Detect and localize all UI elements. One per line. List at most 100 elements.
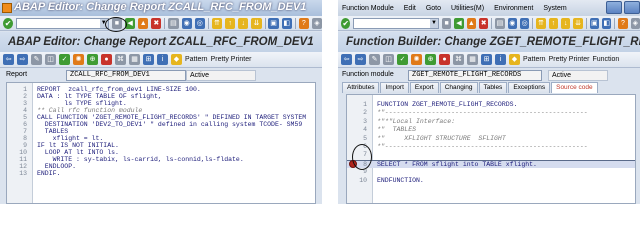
tab-export[interactable]: Export: [409, 82, 439, 93]
tab-source-code[interactable]: Source code: [551, 82, 598, 93]
first-page-icon[interactable]: ⇈: [211, 17, 222, 29]
chevron-down-icon[interactable]: ▼: [429, 18, 438, 28]
find-next-icon[interactable]: ◎: [194, 17, 205, 29]
menu-system[interactable]: System: [543, 5, 566, 12]
save-icon[interactable]: ■: [441, 17, 452, 29]
new-session-icon[interactable]: ▣: [589, 17, 599, 29]
last-page-icon[interactable]: ⇊: [573, 17, 583, 29]
forward-arrow-icon[interactable]: ⇨: [17, 54, 28, 65]
previous-page-icon[interactable]: ↑: [224, 17, 236, 29]
print-icon[interactable]: ▤: [168, 17, 179, 29]
report-name-field[interactable]: ZCALL_RFC_FROM_DEV1: [66, 70, 186, 81]
tab-import[interactable]: Import: [380, 82, 409, 93]
tab-tables[interactable]: Tables: [478, 82, 508, 93]
layout-icon[interactable]: ◈: [630, 17, 640, 29]
menu-goto[interactable]: Goto: [426, 5, 441, 12]
back-arrow-icon[interactable]: ⇦: [3, 54, 14, 65]
first-page-icon[interactable]: ⇈: [536, 17, 546, 29]
breakpoint-icon[interactable]: ●: [439, 54, 450, 65]
pattern-icon[interactable]: ◆: [509, 54, 520, 65]
display-change-icon[interactable]: ✎: [369, 54, 380, 65]
check-icon[interactable]: ✔: [341, 17, 351, 29]
pretty-printer-button[interactable]: Pretty Printer: [211, 56, 252, 63]
cancel-icon[interactable]: ✖: [479, 17, 489, 29]
cancel-icon[interactable]: ✖: [151, 17, 162, 29]
last-page-icon[interactable]: ⇊: [251, 17, 262, 29]
code-editor[interactable]: 1 FUNCTION ZGET_REMOTE_FLIGHT_RECORDS. 2 *"…: [346, 94, 636, 204]
where-used-icon[interactable]: ⌘: [115, 54, 126, 65]
code-line[interactable]: 3 *"*"Local Interface:: [347, 118, 635, 126]
object-list-icon[interactable]: ▦: [467, 54, 478, 65]
shortcut-icon[interactable]: ◧: [281, 17, 292, 29]
code-line[interactable]: 4 *" TABLES: [347, 126, 635, 134]
info-icon[interactable]: i: [157, 54, 168, 65]
exit-icon[interactable]: ▲: [466, 17, 477, 29]
menu-utilities[interactable]: Utilities(M): [451, 5, 484, 12]
code-line[interactable]: 13 ENDIF.: [7, 170, 315, 178]
back-icon[interactable]: ◀: [454, 17, 464, 29]
tab-attributes[interactable]: Attributes: [342, 82, 380, 93]
find-next-icon[interactable]: ◎: [520, 17, 530, 29]
menu-environment[interactable]: Environment: [494, 5, 533, 12]
code-line[interactable]: 1 FUNCTION ZGET_REMOTE_FLIGHT_RECORDS.: [347, 101, 635, 109]
abap-editor-window: ABAP Editor: Change Report ZCALL_RFC_FRO…: [0, 0, 322, 204]
find-icon[interactable]: ◉: [181, 17, 192, 29]
shortcut-icon[interactable]: ◧: [602, 17, 612, 29]
next-page-icon[interactable]: ↓: [238, 17, 249, 29]
back-arrow-icon[interactable]: ⇦: [341, 54, 352, 65]
window-titlebar: ABAP Editor: Change Report ZCALL_RFC_FRO…: [0, 0, 322, 16]
other-object-icon[interactable]: ◫: [383, 54, 394, 65]
tab-exceptions[interactable]: Exceptions: [508, 82, 551, 93]
info-icon[interactable]: i: [495, 54, 506, 65]
code-editor[interactable]: 1 REPORT zcall_rfc_from_dev1 LINE-SIZE 10…: [6, 82, 316, 204]
help-icon[interactable]: ?: [298, 17, 309, 29]
menu-function-module[interactable]: Function Module: [342, 5, 394, 12]
code-line[interactable]: 5 *" XFLIGHT STRUCTURE SFLIGHT: [347, 135, 635, 143]
maximize-icon[interactable]: [624, 1, 640, 14]
minimize-icon[interactable]: [606, 1, 622, 14]
line-number: 1: [363, 101, 367, 108]
find-icon[interactable]: ◉: [507, 17, 518, 29]
check-syntax-icon[interactable]: ✓: [397, 54, 408, 65]
navigation-icon[interactable]: ⊞: [143, 54, 154, 65]
test-icon[interactable]: ⊕: [425, 54, 436, 65]
function-button[interactable]: Function: [592, 56, 619, 63]
code-line[interactable]: 8 SELECT * FROM sflight into TABLE xfligh…: [347, 159, 635, 168]
previous-page-icon[interactable]: ↑: [548, 17, 559, 29]
object-list-icon[interactable]: ▦: [129, 54, 140, 65]
next-page-icon[interactable]: ↓: [561, 17, 571, 29]
code-line[interactable]: 9: [347, 168, 635, 176]
pattern-button[interactable]: Pattern: [185, 56, 208, 63]
new-session-icon[interactable]: ▣: [268, 17, 279, 29]
code-line[interactable]: 10 ENDFUNCTION.: [347, 177, 635, 185]
tab-changing[interactable]: Changing: [439, 82, 478, 93]
display-change-icon[interactable]: ✎: [31, 54, 42, 65]
where-used-icon[interactable]: ⌘: [453, 54, 464, 65]
command-field[interactable]: ▼: [16, 17, 109, 29]
activate-icon[interactable]: ✺: [73, 54, 84, 65]
navigation-icon[interactable]: ⊞: [481, 54, 492, 65]
function-builder-window: Function Module Edit Goto Utilities(M) E…: [338, 0, 640, 204]
system-toolbar: ✔ ▼ ■ ◀ ▲ ✖ ▤ ◉ ◎ ⇈ ↑ ↓ ⇊ ▣ ◧ ? ◈: [0, 16, 322, 31]
menu-edit[interactable]: Edit: [404, 5, 416, 12]
help-icon[interactable]: ?: [618, 17, 628, 29]
command-field[interactable]: ▼: [353, 17, 439, 29]
print-icon[interactable]: ▤: [495, 17, 505, 29]
pattern-icon[interactable]: ◆: [171, 54, 182, 65]
code-line[interactable]: 2 *"-------------------------------------…: [347, 109, 635, 117]
check-syntax-icon[interactable]: ✓: [59, 54, 70, 65]
check-icon[interactable]: ✔: [3, 17, 14, 29]
other-object-icon[interactable]: ◫: [45, 54, 56, 65]
pretty-printer-button[interactable]: Pretty Printer: [549, 56, 590, 63]
activate-icon[interactable]: ✺: [411, 54, 422, 65]
breakpoint-icon[interactable]: ●: [101, 54, 112, 65]
window-controls: [606, 1, 640, 14]
exit-icon[interactable]: ▲: [138, 17, 149, 29]
function-module-field[interactable]: ZGET_REMOTE_FLIGHT_RECORDS: [408, 70, 542, 81]
forward-arrow-icon[interactable]: ⇨: [355, 54, 366, 65]
code-line[interactable]: 6 *"-------------------------------------…: [347, 143, 635, 151]
pattern-button[interactable]: Pattern: [523, 56, 546, 63]
test-icon[interactable]: ⊕: [87, 54, 98, 65]
layout-icon[interactable]: ◈: [311, 17, 322, 29]
code-line[interactable]: 7: [347, 151, 635, 159]
